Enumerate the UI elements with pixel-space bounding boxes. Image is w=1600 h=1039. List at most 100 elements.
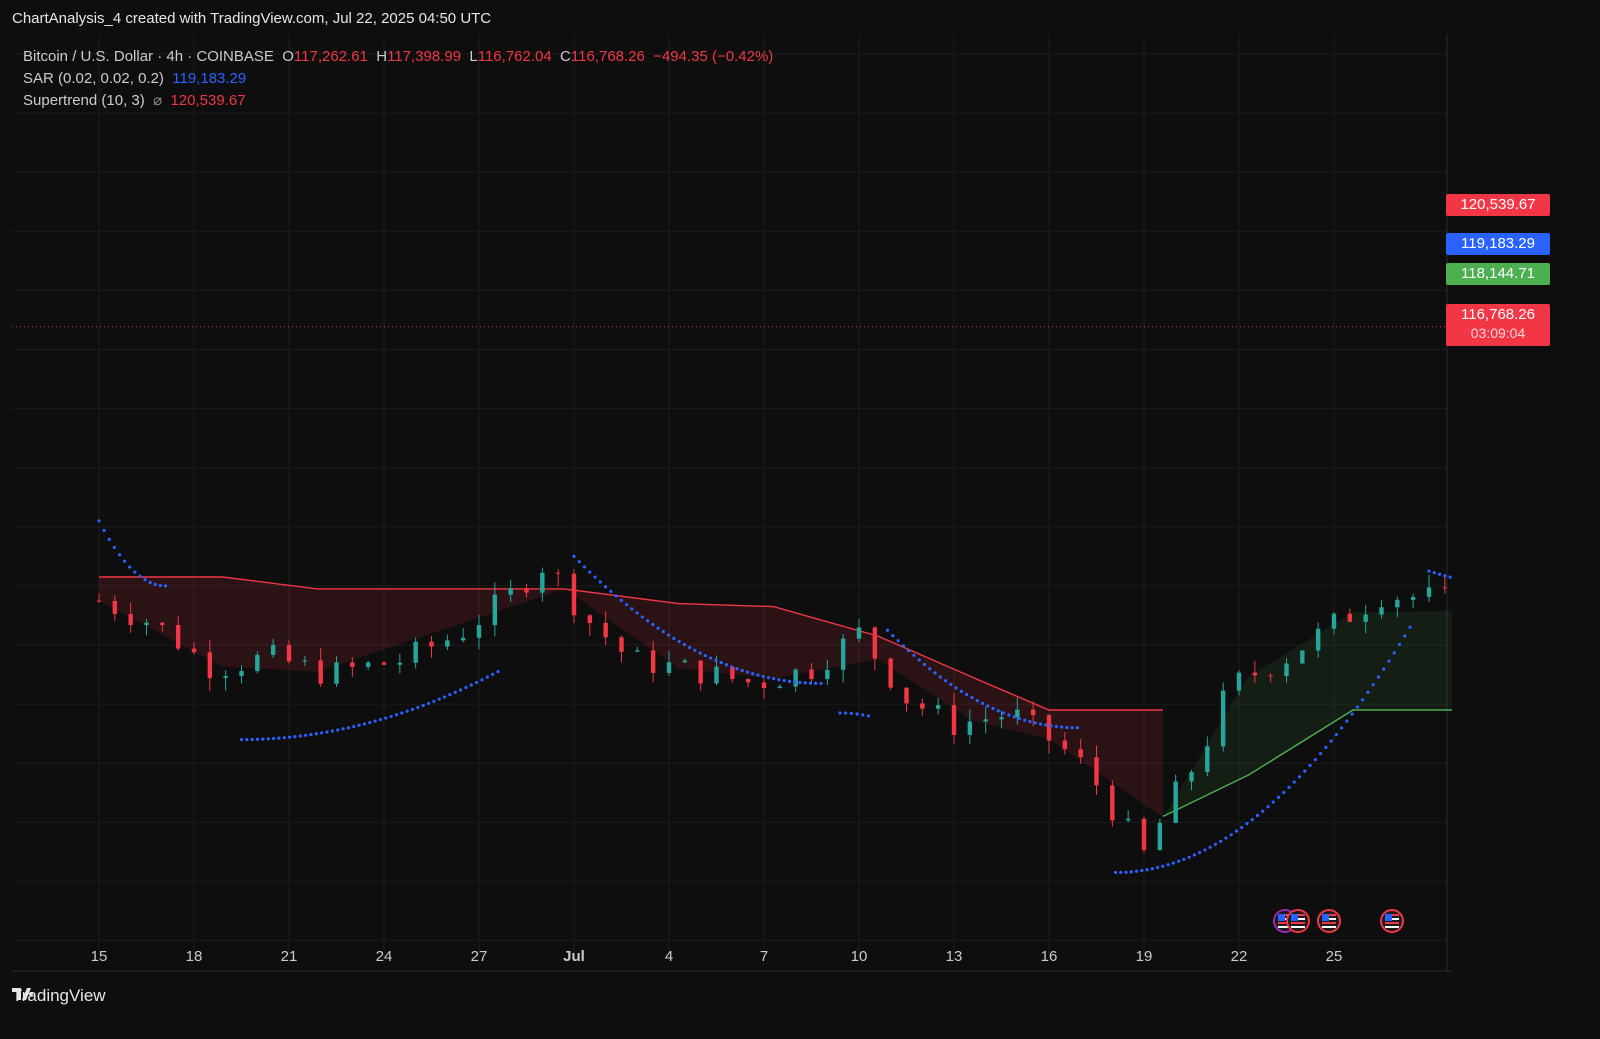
candle-down[interactable]: [381, 662, 387, 665]
candle-down[interactable]: [650, 650, 656, 673]
candle-up[interactable]: [856, 627, 862, 639]
candle-down[interactable]: [1141, 818, 1147, 851]
candle-up[interactable]: [935, 705, 941, 709]
sar-dot: [250, 737, 254, 742]
candle-up[interactable]: [1395, 599, 1400, 608]
candle-down[interactable]: [920, 703, 925, 709]
candle-down[interactable]: [175, 625, 181, 649]
candle-down[interactable]: [872, 627, 878, 659]
candle-up[interactable]: [492, 594, 498, 626]
candle-up[interactable]: [1220, 690, 1226, 747]
candle-down[interactable]: [571, 573, 577, 616]
supertrend-row[interactable]: Supertrend (10, 3) ⌀ 120,539.67: [23, 90, 773, 112]
candle-down[interactable]: [730, 666, 735, 679]
sar-dot: [138, 574, 142, 578]
candle-down[interactable]: [587, 615, 593, 623]
candle-up[interactable]: [540, 572, 545, 593]
candle-up[interactable]: [840, 638, 846, 670]
candle-up[interactable]: [144, 622, 149, 626]
candle-up[interactable]: [1015, 709, 1020, 718]
candle-up[interactable]: [1189, 772, 1194, 782]
candle-up[interactable]: [1157, 822, 1163, 851]
candle-up[interactable]: [239, 670, 244, 677]
candle-up[interactable]: [1379, 607, 1384, 615]
candle-down[interactable]: [1094, 757, 1099, 786]
chart-panel[interactable]: 126,000.00124,000.00122,000.00120,000.00…: [12, 34, 1452, 974]
candle-up[interactable]: [793, 669, 798, 687]
price-chart[interactable]: 126,000.00124,000.00122,000.00120,000.00…: [12, 34, 1452, 974]
candle-down[interactable]: [1030, 709, 1036, 716]
candle-down[interactable]: [951, 705, 957, 735]
sar-dot: [849, 711, 854, 716]
candle-down[interactable]: [888, 658, 893, 688]
candle-up[interactable]: [476, 625, 482, 638]
candle-down[interactable]: [191, 648, 197, 653]
candle-up[interactable]: [1315, 628, 1321, 651]
candle-up[interactable]: [270, 644, 276, 655]
candle-down[interactable]: [160, 622, 165, 626]
candle-down[interactable]: [207, 652, 213, 679]
candle-up[interactable]: [397, 662, 403, 665]
candle-up[interactable]: [445, 640, 450, 647]
candle-up[interactable]: [682, 660, 688, 663]
candle-up[interactable]: [508, 588, 513, 595]
candle-down[interactable]: [96, 600, 102, 602]
sar-dot: [912, 653, 916, 658]
candle-up[interactable]: [666, 662, 672, 673]
candle-down[interactable]: [112, 600, 118, 615]
candle-down[interactable]: [1046, 715, 1052, 741]
candle-down[interactable]: [318, 660, 323, 684]
candle-up[interactable]: [1426, 587, 1432, 597]
candle-up[interactable]: [302, 660, 308, 662]
candle-down[interactable]: [1347, 613, 1353, 622]
candle-up[interactable]: [1236, 672, 1242, 691]
candle-up[interactable]: [334, 662, 339, 684]
candle-up[interactable]: [1284, 663, 1289, 677]
candle-up[interactable]: [413, 641, 418, 663]
candle-up[interactable]: [635, 650, 640, 652]
candle-up[interactable]: [967, 721, 973, 735]
sar-dot: [672, 636, 676, 640]
candle-down[interactable]: [1110, 785, 1115, 821]
candle-up[interactable]: [999, 717, 1004, 720]
candle-up[interactable]: [1173, 781, 1178, 823]
candle-down[interactable]: [1268, 675, 1273, 677]
candle-up[interactable]: [1363, 614, 1368, 622]
sar-dot: [325, 730, 329, 734]
candle-up[interactable]: [365, 662, 371, 667]
candle-down[interactable]: [1442, 587, 1448, 589]
candle-down[interactable]: [761, 682, 767, 689]
candle-down[interactable]: [1252, 672, 1258, 676]
candle-up[interactable]: [1300, 650, 1305, 664]
candle-up[interactable]: [1410, 596, 1416, 600]
candle-up[interactable]: [255, 654, 260, 671]
sar-dot: [475, 680, 479, 685]
candle-down[interactable]: [429, 641, 434, 647]
candle-down[interactable]: [555, 572, 561, 574]
candle-up[interactable]: [1125, 818, 1131, 821]
sar-row[interactable]: SAR (0.02, 0.02, 0.2) 119,183.29: [23, 68, 773, 90]
candle-up[interactable]: [1205, 746, 1210, 773]
candle-up[interactable]: [223, 676, 228, 679]
candle-down[interactable]: [128, 614, 133, 626]
candle-down[interactable]: [698, 660, 703, 684]
hidden-eye-icon[interactable]: ⌀: [153, 92, 162, 109]
candle-down[interactable]: [1078, 749, 1083, 758]
candle-down[interactable]: [745, 678, 751, 683]
sar-dot: [1182, 857, 1186, 861]
candle-down[interactable]: [350, 662, 355, 667]
candle-down[interactable]: [1062, 740, 1068, 750]
candle-up[interactable]: [460, 637, 466, 641]
candle-up[interactable]: [825, 669, 830, 680]
candle-down[interactable]: [524, 588, 529, 593]
candle-up[interactable]: [714, 666, 719, 684]
candle-down[interactable]: [286, 644, 292, 662]
candle-up[interactable]: [777, 686, 783, 689]
candle-up[interactable]: [1331, 613, 1337, 629]
candle-down[interactable]: [809, 669, 814, 680]
candle-down[interactable]: [619, 637, 624, 652]
candle-down[interactable]: [603, 622, 608, 638]
candle-down[interactable]: [904, 687, 909, 704]
candle-up[interactable]: [983, 719, 988, 722]
tradingview-brand[interactable]: TradingView: [12, 986, 106, 1006]
